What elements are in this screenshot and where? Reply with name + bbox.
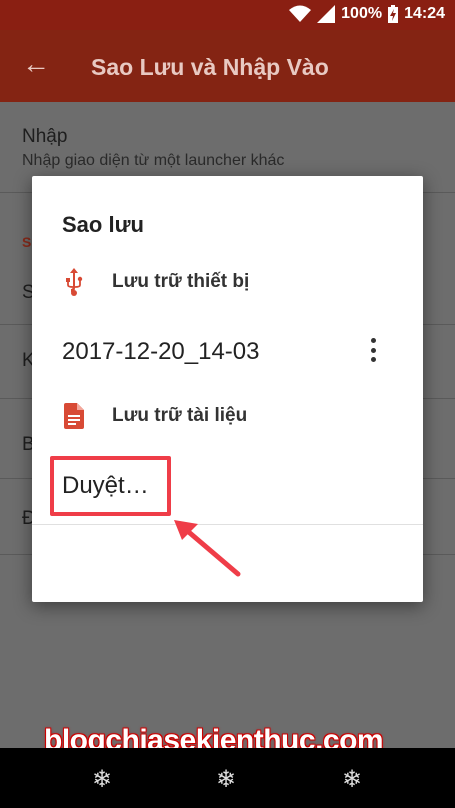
more-options-icon[interactable] xyxy=(365,338,381,362)
section-header: S xyxy=(22,234,32,250)
device-storage-option[interactable]: Lưu trữ thiết bị xyxy=(62,268,249,296)
clock: 14:24 xyxy=(404,5,445,22)
battery-charging-icon xyxy=(388,5,399,23)
usb-icon xyxy=(62,268,86,296)
device-storage-label: Lưu trữ thiết bị xyxy=(112,271,250,292)
import-title: Nhập xyxy=(22,126,68,147)
page-title: Sao Lưu và Nhập Vào xyxy=(91,54,329,80)
document-icon xyxy=(62,402,86,430)
pointer-arrow-icon xyxy=(174,520,241,577)
home-snowflake-icon[interactable]: ❄ xyxy=(216,765,236,794)
document-storage-label: Lưu trữ tài liệu xyxy=(112,405,248,426)
document-storage-option[interactable]: Lưu trữ tài liệu xyxy=(62,402,247,430)
status-bar: 100% 14:24 xyxy=(0,0,455,30)
back-snowflake-icon[interactable]: ❄ xyxy=(92,765,112,794)
signal-icon xyxy=(317,5,336,23)
battery-percent: 100% xyxy=(341,5,383,22)
import-subtitle: Nhập giao diện từ một launcher khác xyxy=(22,152,285,169)
app-bar: ← Sao Lưu và Nhập Vào xyxy=(0,30,455,102)
recents-snowflake-icon[interactable]: ❄ xyxy=(342,765,362,794)
back-arrow-icon[interactable]: ← xyxy=(22,50,50,78)
dialog-title: Sao lưu xyxy=(62,212,144,237)
wifi-icon xyxy=(289,5,312,22)
highlight-box xyxy=(50,456,171,516)
backup-file-item[interactable]: 2017-12-20_14-03 xyxy=(62,338,260,366)
